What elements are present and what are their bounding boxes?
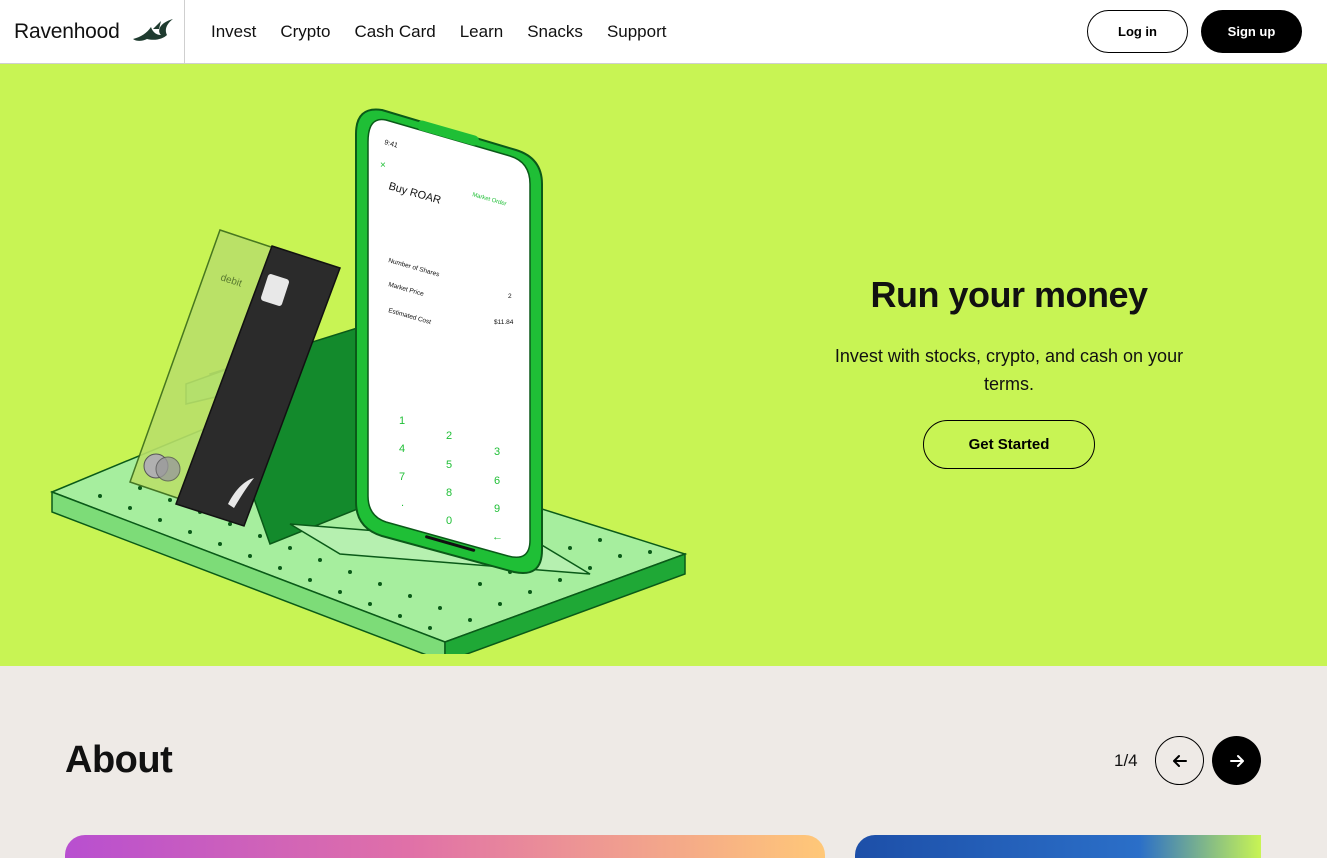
key-5: 5 xyxy=(446,459,452,471)
key-7: 7 xyxy=(399,471,405,483)
row-value-cost: $11.84 xyxy=(494,319,514,326)
menu-item-support[interactable]: Support xyxy=(607,22,667,42)
main-menu: Invest Crypto Cash Card Learn Snacks Sup… xyxy=(211,0,690,64)
close-icon: × xyxy=(380,160,386,171)
key-0: 0 xyxy=(446,515,452,527)
arrow-right-icon xyxy=(1229,754,1244,767)
key-dot: . xyxy=(401,497,404,509)
row-value-shares: 2 xyxy=(508,293,512,300)
hero-subtitle: Invest with stocks, crypto, and cash on … xyxy=(834,346,1184,394)
hero-title: Run your money xyxy=(870,274,1148,315)
menu-item-snacks[interactable]: Snacks xyxy=(527,22,583,42)
phone-mockup: 9:41 × Buy ROAR Market Order Number of S… xyxy=(355,108,543,574)
carousel-pager: 1/4 xyxy=(1114,751,1138,770)
arrow-left-icon xyxy=(1172,754,1187,767)
menu-item-invest[interactable]: Invest xyxy=(211,22,256,42)
key-9: 9 xyxy=(494,503,500,515)
menu-item-cash-card[interactable]: Cash Card xyxy=(354,22,435,42)
hero-section: debit 9:41 × Buy ROAR Market Order Numbe… xyxy=(0,64,1327,666)
menu-item-learn[interactable]: Learn xyxy=(460,22,503,42)
about-section: About 1/4 xyxy=(0,666,1327,858)
get-started-button[interactable]: Get Started xyxy=(923,420,1095,469)
key-6: 6 xyxy=(494,475,500,487)
about-card-2[interactable] xyxy=(855,835,1261,858)
carousel-prev-button[interactable] xyxy=(1155,736,1204,785)
key-4: 4 xyxy=(399,443,405,455)
about-title: About xyxy=(65,739,173,781)
menu-item-crypto[interactable]: Crypto xyxy=(280,22,330,42)
signup-button[interactable]: Sign up xyxy=(1201,10,1302,53)
key-2: 2 xyxy=(446,430,452,442)
key-8: 8 xyxy=(446,487,452,499)
about-card-1[interactable] xyxy=(65,835,825,858)
raven-logo-icon xyxy=(133,19,173,41)
brand-logo[interactable]: Ravenhood xyxy=(0,0,185,64)
hero-illustration: debit 9:41 × Buy ROAR Market Order Numbe… xyxy=(49,108,688,654)
key-back: ← xyxy=(492,531,503,543)
key-3: 3 xyxy=(494,446,500,458)
hero-text-block: Run your money Invest with stocks, crypt… xyxy=(830,274,1188,469)
carousel-next-button[interactable] xyxy=(1212,736,1261,785)
brand-name: Ravenhood xyxy=(14,20,120,43)
top-navigation: Ravenhood Invest Crypto Cash Card Learn … xyxy=(0,0,1327,64)
login-button[interactable]: Log in xyxy=(1087,10,1188,53)
key-1: 1 xyxy=(399,415,405,427)
